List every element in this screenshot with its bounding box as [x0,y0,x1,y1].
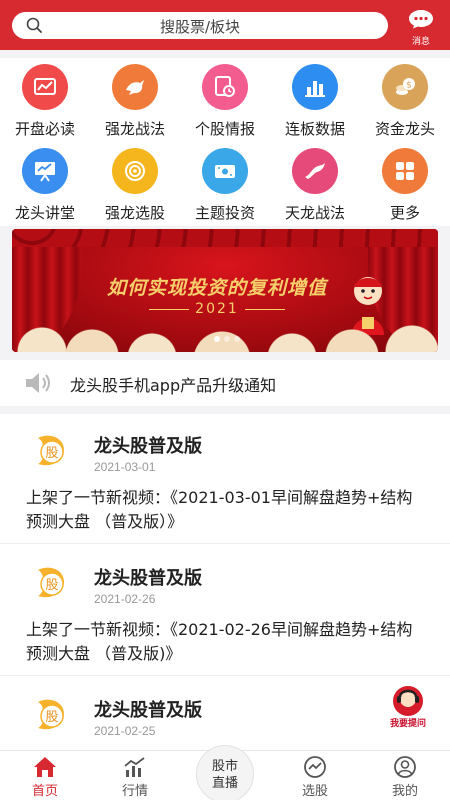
tab-label: 首页 [31,784,58,799]
banner-year: 2021 [195,301,239,317]
stock-logo-icon: 股 [38,435,64,466]
grid-label: 龙头讲堂 [14,204,75,222]
card-date: 2021-02-26 [94,592,156,606]
grid-label: 强龙选股 [104,204,165,222]
live-label-line1: 股市 [211,759,238,774]
banner-title: 如何实现投资的复利增值 [106,277,327,299]
speaker-icon [26,373,50,393]
svg-text:股: 股 [45,710,58,725]
bar-chart-icon [292,64,338,110]
sky-dragon-icon [292,148,338,194]
grid-label: 资金龙头 [374,120,435,138]
messages-label: 消息 [411,37,430,47]
card-author: 龙头股普及版 [94,436,202,457]
tab-label: 选股 [301,784,328,799]
card-author: 龙头股普及版 [94,568,202,589]
grid-item-more[interactable]: 更多 [360,142,450,222]
feed-card[interactable]: 股 龙头股普及版 2021-02-25 [0,678,450,750]
grid-item-stock-intel[interactable]: 个股情报 [180,58,270,138]
pager-dot[interactable] [224,336,230,342]
card-date: 2021-02-25 [94,724,156,738]
banner-pager [212,327,242,346]
grid-label: 天龙战法 [284,204,345,222]
news-feed: 股 龙头股普及版 2021-03-01 上架了一节新视频：《2021-03-01… [0,414,450,750]
messages-button[interactable]: 消息 [406,9,436,47]
stock-logo-icon: 股 [38,699,64,730]
grid-label: 强龙战法 [104,120,165,138]
coins-icon: $ [382,64,428,110]
grid-label: 个股情报 [194,120,255,138]
grid-label: 连板数据 [284,120,345,138]
grid-item-fund-leader[interactable]: $ 资金龙头 [360,58,450,138]
feed-card[interactable]: 股 龙头股普及版 2021-02-26 上架了一节新视频：《2021-02-26… [0,546,450,676]
pager-dot[interactable] [234,336,240,342]
ask-question-button[interactable]: 我要提问 [384,684,432,732]
live-broadcast-button[interactable]: 股市 直播 [196,745,254,800]
function-grid: 开盘必读 强龙战法 个股情报 连板数据 $ 资金龙头 龙头讲堂 强龙选股 主题投… [0,58,450,226]
notice-bar[interactable]: 龙头股手机app产品升级通知 [0,360,450,406]
grid-label: 开盘必读 [14,120,75,138]
more-grid-icon [382,148,428,194]
chat-bubble-icon [409,10,433,29]
svg-text:股: 股 [45,446,58,461]
tab-market[interactable]: 行情 [90,751,180,800]
card-body: 上架了一节新视频：《2021-02-26早间解盘趋势+结构 预测大盘 （普及版)… [26,620,413,663]
clock-doc-icon [202,64,248,110]
target-icon [112,148,158,194]
chart-card-icon [22,64,68,110]
svg-text:$: $ [406,81,412,91]
card-date: 2021-03-01 [94,460,156,474]
search-input[interactable]: 搜股票/板块 [12,12,388,39]
card-body: 上架了一节新视频：《2021-03-01早间解盘趋势+结构 预测大盘 （普及版）… [26,488,413,531]
live-label-line2: 直播 [211,776,238,791]
grid-item-strong-dragon[interactable]: 强龙战法 [90,58,180,138]
grid-label: 主题投资 [194,204,255,222]
banner-year-row: 2021 [132,301,302,317]
grid-item-limit-data[interactable]: 连板数据 [270,58,360,138]
grid-label: 更多 [389,204,420,222]
grid-item-leader-class[interactable]: 龙头讲堂 [0,142,90,222]
tab-mine[interactable]: 我的 [360,751,450,800]
home-icon [34,757,56,777]
trend-chart-icon [124,757,145,777]
ask-label: 我要提问 [389,719,426,729]
grid-item-open-read[interactable]: 开盘必读 [0,58,90,138]
tab-home[interactable]: 首页 [0,751,90,800]
tab-label: 我的 [391,784,418,799]
pager-dot[interactable] [214,336,220,342]
headset-agent-icon [393,686,423,716]
curtain-valance [12,229,438,247]
grid-item-dragon-pick[interactable]: 强龙选股 [90,142,180,222]
presentation-icon [22,148,68,194]
grid-item-theme-invest[interactable]: 主题投资 [180,142,270,222]
promo-banner[interactable]: 如何实现投资的复利增值 2021 [12,229,438,352]
pick-stock-icon [304,756,326,778]
top-header: 搜股票/板块 消息 [0,0,450,50]
search-placeholder: 搜股票/板块 [159,18,241,36]
grid-item-sky-dragon[interactable]: 天龙战法 [270,142,360,222]
money-icon [202,148,248,194]
user-icon [394,756,416,778]
stock-logo-icon: 股 [38,567,64,598]
tab-label: 行情 [121,784,148,799]
card-author: 龙头股普及版 [94,700,202,721]
svg-text:股: 股 [45,578,58,593]
feed-card[interactable]: 股 龙头股普及版 2021-03-01 上架了一节新视频：《2021-03-01… [0,414,450,544]
notice-text: 龙头股手机app产品升级通知 [70,376,277,395]
dragon-icon [112,64,158,110]
tab-pick-stock[interactable]: 选股 [270,751,360,800]
bottom-tab-bar: 首页 行情 股市 直播 选股 我的 [0,745,450,800]
